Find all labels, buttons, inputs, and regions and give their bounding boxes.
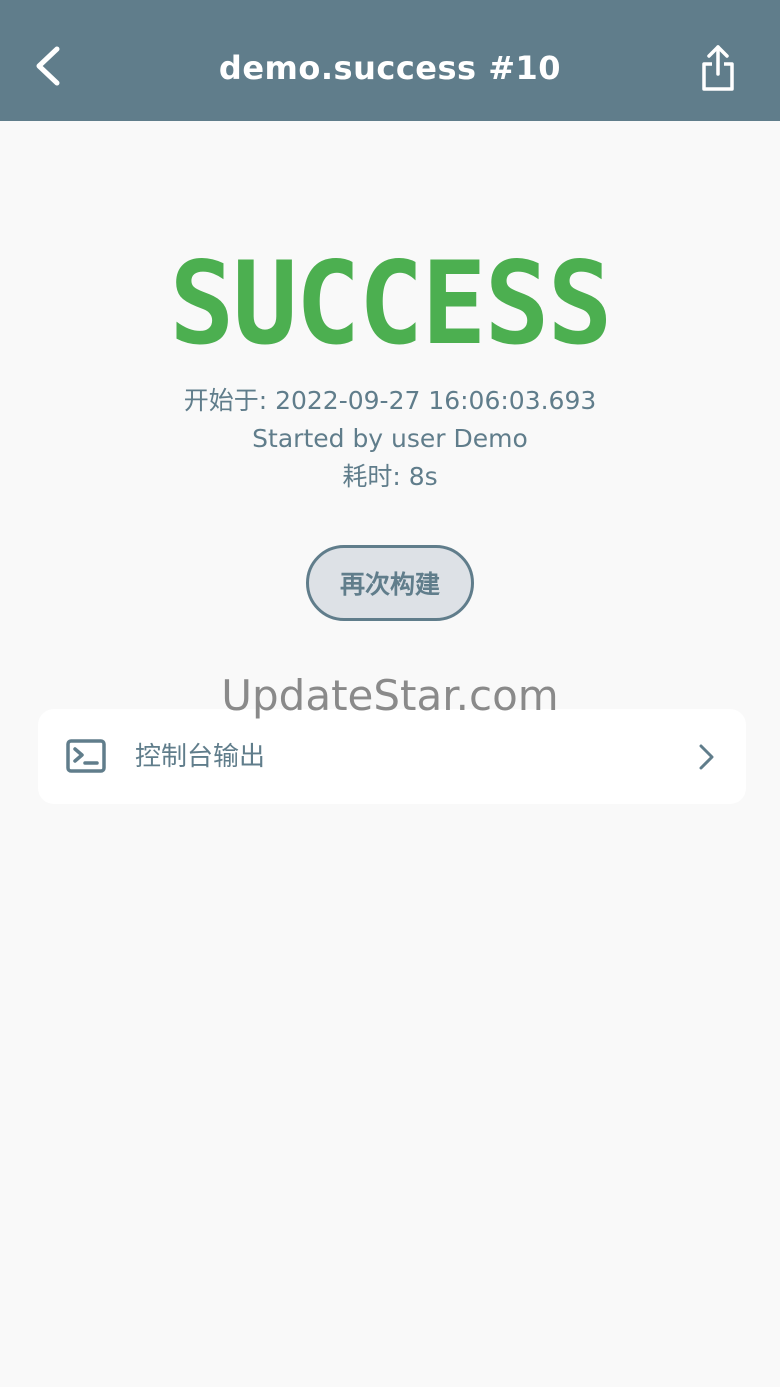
- share-icon: [702, 45, 734, 91]
- build-started-by: Started by user Demo: [252, 424, 528, 453]
- chevron-left-icon: [36, 46, 60, 86]
- watermark: UpdateStar.com: [221, 671, 559, 720]
- rebuild-button[interactable]: 再次构建: [306, 545, 474, 621]
- chevron-right-icon: [699, 744, 714, 770]
- page-title: demo.success #10: [218, 49, 562, 87]
- build-start-time: 开始于: 2022-09-27 16:06:03.693: [183, 386, 597, 415]
- app-header: demo.success #10: [0, 0, 780, 121]
- build-status: SUCCESS: [169, 238, 612, 371]
- console-output-label: 控制台输出: [135, 742, 266, 772]
- build-duration: 耗时: 8s: [342, 462, 438, 491]
- back-button[interactable]: [22, 36, 74, 96]
- share-button[interactable]: [690, 36, 746, 100]
- terminal-icon: [66, 739, 106, 773]
